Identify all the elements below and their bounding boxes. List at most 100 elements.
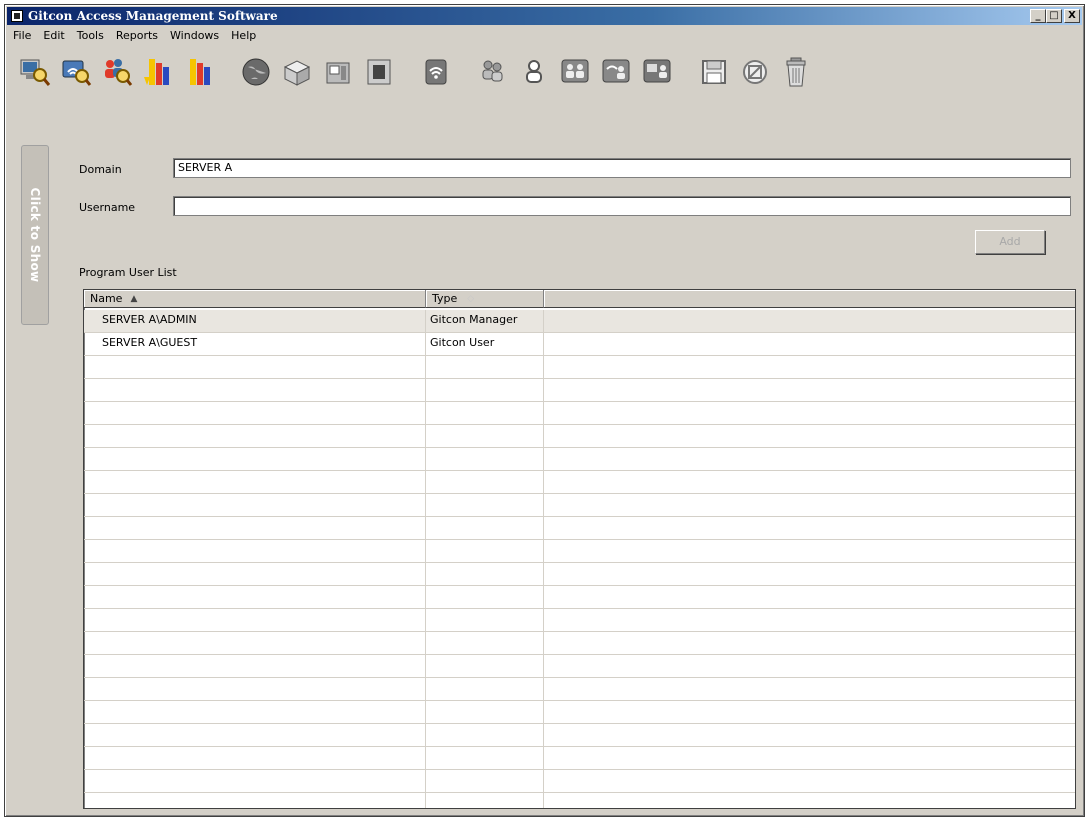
empty-table-row xyxy=(84,425,1075,448)
users-network-button[interactable] xyxy=(637,52,677,92)
user-list-title: Program User List xyxy=(79,266,177,279)
user-group-icon xyxy=(482,60,503,82)
column-header-type[interactable]: Type ◇ xyxy=(426,290,544,308)
user-list-grid: Name ▲ Type ◇ SERVER A\ADMIN Gitcon Mana… xyxy=(83,289,1076,809)
username-field[interactable] xyxy=(173,196,1071,216)
menu-file[interactable]: File xyxy=(7,29,37,42)
empty-cell xyxy=(426,609,544,631)
empty-cell xyxy=(426,563,544,585)
empty-cell xyxy=(426,678,544,700)
empty-cell xyxy=(426,379,544,401)
empty-table-row xyxy=(84,609,1075,632)
empty-cell xyxy=(544,609,1075,631)
empty-cell xyxy=(544,494,1075,516)
menu-file-label: File xyxy=(13,28,32,42)
empty-table-row xyxy=(84,448,1075,471)
table-row[interactable]: SERVER A\GUEST Gitcon User xyxy=(84,333,1075,356)
empty-cell xyxy=(426,356,544,378)
users-wifi-button[interactable] xyxy=(596,52,636,92)
users-multi-button[interactable] xyxy=(555,52,595,92)
users-wifi-icon xyxy=(602,59,630,83)
empty-table-row xyxy=(84,356,1075,379)
empty-cell xyxy=(426,793,544,808)
report-icon xyxy=(190,59,210,85)
side-panel-tab[interactable]: Click to Show xyxy=(21,145,49,325)
menu-reports-label: Reports xyxy=(115,28,159,42)
empty-table-row xyxy=(84,747,1075,770)
empty-cell xyxy=(426,632,544,654)
wifi-icon xyxy=(425,59,447,85)
cancel-button[interactable] xyxy=(735,52,775,92)
table-row[interactable]: SERVER A\ADMIN Gitcon Manager xyxy=(84,310,1075,333)
empty-table-row xyxy=(84,793,1075,808)
terminal-button[interactable] xyxy=(359,52,399,92)
empty-cell xyxy=(84,402,426,424)
empty-cell xyxy=(426,540,544,562)
empty-table-row xyxy=(84,540,1075,563)
server-button[interactable] xyxy=(277,52,317,92)
empty-cell xyxy=(84,701,426,723)
empty-cell xyxy=(426,425,544,447)
toolbar xyxy=(15,47,1074,97)
users-multi-icon xyxy=(561,59,589,83)
card-reader-button[interactable] xyxy=(318,52,358,92)
empty-cell xyxy=(426,494,544,516)
wifi-button[interactable] xyxy=(416,52,456,92)
save-button[interactable] xyxy=(694,52,734,92)
save-icon xyxy=(702,60,726,84)
empty-table-row xyxy=(84,770,1075,793)
user-button[interactable] xyxy=(514,52,554,92)
empty-cell xyxy=(426,701,544,723)
report-az-icon xyxy=(144,59,169,85)
delete-button[interactable] xyxy=(776,52,816,92)
menu-edit[interactable]: Edit xyxy=(37,29,70,42)
window-title: Gitcon Access Management Software xyxy=(28,9,278,23)
close-button[interactable]: X xyxy=(1064,9,1080,23)
empty-cell xyxy=(544,747,1075,769)
empty-table-row xyxy=(84,724,1075,747)
title-bar[interactable]: Gitcon Access Management Software _ □ X xyxy=(7,7,1082,25)
report-button[interactable] xyxy=(179,52,219,92)
menu-reports[interactable]: Reports xyxy=(110,29,164,42)
empty-cell xyxy=(426,747,544,769)
side-panel-tab-label: Click to Show xyxy=(28,187,42,283)
empty-cell xyxy=(544,517,1075,539)
column-header-type-label: Type xyxy=(432,292,458,305)
empty-table-row xyxy=(84,402,1075,425)
empty-cell xyxy=(426,586,544,608)
minimize-button[interactable]: _ xyxy=(1030,9,1046,23)
empty-cell xyxy=(84,655,426,677)
domain-field[interactable]: SERVER A xyxy=(173,158,1071,178)
empty-cell xyxy=(544,471,1075,493)
add-button[interactable]: Add xyxy=(975,230,1045,254)
app-icon[interactable] xyxy=(11,10,23,22)
column-header-extra[interactable] xyxy=(544,290,1075,308)
empty-cell xyxy=(84,471,426,493)
users-search-icon xyxy=(105,59,133,86)
menu-tools[interactable]: Tools xyxy=(71,29,110,42)
network-search-button[interactable] xyxy=(56,52,96,92)
column-header-name-label: Name xyxy=(90,292,123,305)
empty-cell xyxy=(84,563,426,585)
empty-cell xyxy=(84,517,426,539)
menu-help[interactable]: Help xyxy=(225,29,262,42)
empty-cell xyxy=(426,770,544,792)
empty-table-row xyxy=(84,563,1075,586)
empty-cell xyxy=(426,517,544,539)
user-group-button[interactable] xyxy=(473,52,513,92)
report-az-button[interactable] xyxy=(138,52,178,92)
empty-cell xyxy=(84,540,426,562)
maximize-button[interactable]: □ xyxy=(1046,9,1062,23)
column-header-name[interactable]: Name ▲ xyxy=(84,290,426,308)
cell-extra xyxy=(544,333,1075,355)
computer-search-button[interactable] xyxy=(15,52,55,92)
menu-windows[interactable]: Windows xyxy=(164,29,225,42)
globe-icon xyxy=(242,58,270,86)
sort-indicator-icon: ◇ xyxy=(467,293,475,304)
globe-button[interactable] xyxy=(236,52,276,92)
empty-cell xyxy=(544,701,1075,723)
empty-table-row xyxy=(84,379,1075,402)
empty-cell xyxy=(544,678,1075,700)
empty-cell xyxy=(84,425,426,447)
users-search-button[interactable] xyxy=(97,52,137,92)
